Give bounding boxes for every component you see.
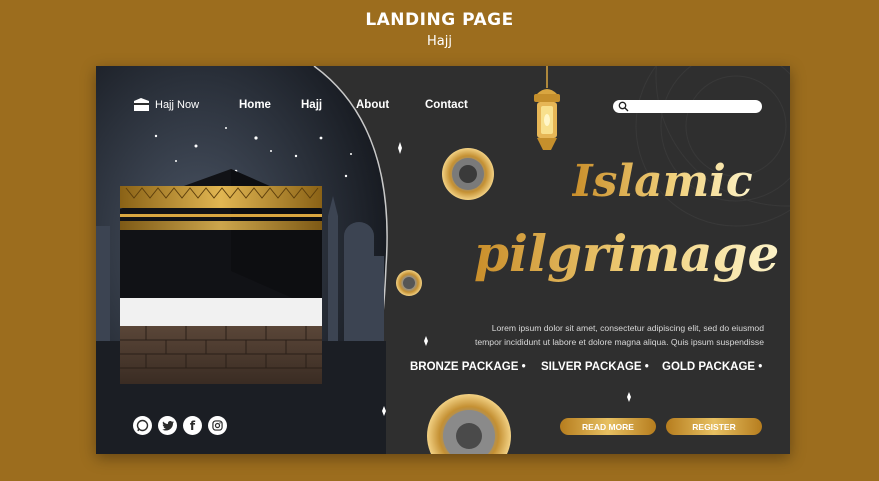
outer-title: LANDING PAGE — [365, 10, 514, 30]
read-more-button[interactable]: READ MORE — [560, 418, 656, 435]
description-line-1: Lorem ipsum dolor sit amet, consectetur … — [491, 323, 764, 333]
instagram-icon[interactable] — [208, 416, 227, 435]
landing-page-mockup: Hajj Now Home Hajj About Contact Islamic… — [96, 66, 790, 454]
whatsapp-glyph-icon — [136, 419, 149, 432]
twitter-glyph-icon — [161, 420, 174, 431]
kaaba-logo-icon — [134, 98, 149, 111]
nav-hajj[interactable]: Hajj — [301, 99, 322, 111]
gold-flower-decoration — [396, 148, 511, 454]
whatsapp-icon[interactable] — [133, 416, 152, 435]
register-button[interactable]: REGISTER — [666, 418, 762, 435]
silver-package-link[interactable]: SILVER PACKAGE • — [541, 361, 649, 373]
twitter-icon[interactable] — [158, 416, 177, 435]
headline-line-2: pilgrimage — [474, 224, 780, 283]
gold-package-link[interactable]: GOLD PACKAGE • — [662, 361, 762, 373]
search-input[interactable] — [631, 100, 757, 113]
outer-subtitle: Hajj — [427, 34, 452, 49]
description-line-2: tempor incididunt ut labore et dolore ma… — [474, 337, 764, 347]
bronze-package-link[interactable]: BRONZE PACKAGE • — [410, 361, 526, 373]
nav-contact[interactable]: Contact — [425, 99, 468, 111]
search-icon — [618, 101, 629, 112]
logo[interactable]: Hajj Now — [133, 97, 199, 112]
search-bar[interactable] — [613, 100, 762, 113]
facebook-glyph-icon: f — [189, 418, 196, 433]
headline-line-1: Islamic — [572, 156, 753, 207]
instagram-glyph-icon — [212, 420, 223, 431]
hero-description: Lorem ipsum dolor sit amet, consectetur … — [446, 321, 764, 349]
nav-about[interactable]: About — [356, 99, 389, 111]
kaaba-illustration — [120, 169, 322, 384]
nav-home[interactable]: Home — [239, 99, 271, 111]
facebook-icon[interactable]: f — [183, 416, 202, 435]
lantern-illustration — [534, 66, 560, 150]
logo-label: Hajj Now — [155, 98, 200, 111]
